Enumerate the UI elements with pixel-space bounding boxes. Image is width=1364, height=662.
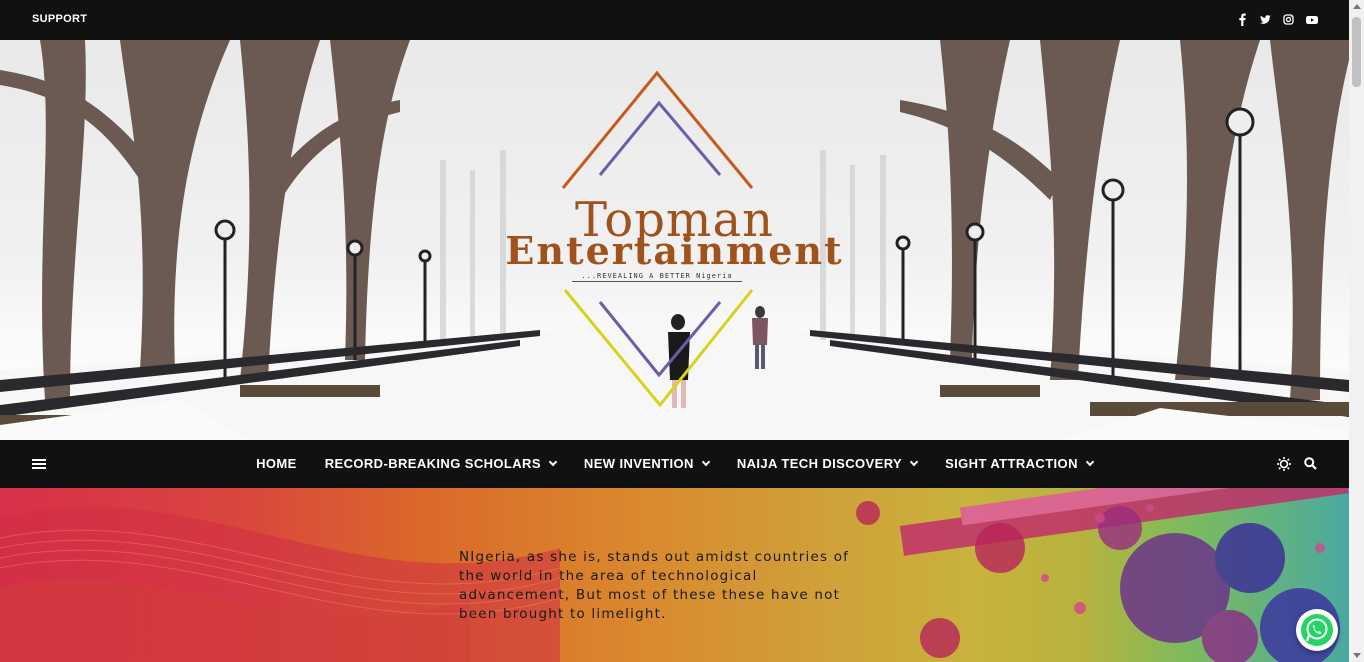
chevron-down-icon [701,457,711,466]
chevron-down-icon [548,457,558,466]
nav-menu: HOME RECORD-BREAKING SCHOLARS NEW INVENT… [0,456,1349,471]
chevron-down-icon [1085,457,1095,466]
hero-header-image: Topman Entertainment ...REVEALING A BETT… [0,40,1349,440]
nav-item-sight-attraction[interactable]: SIGHT ATTRACTION [931,456,1107,471]
intro-text: NIgeria, as she is, stands out amidst co… [459,549,850,622]
main-navigation: HOME RECORD-BREAKING SCHOLARS NEW INVENT… [0,440,1349,488]
social-links [1237,13,1318,26]
nav-tools [1277,457,1317,476]
whatsapp-icon [1301,614,1333,646]
intro-banner: NIgeria, as she is, stands out amidst co… [0,488,1349,662]
nav-item-naija-tech-discovery[interactable]: NAIJA TECH DISCOVERY [723,456,931,471]
twitter-icon[interactable] [1260,13,1271,26]
chevron-down-icon [909,457,919,466]
search-icon[interactable] [1304,457,1317,476]
support-link[interactable]: SUPPORT [32,13,87,25]
brightness-icon[interactable] [1277,457,1291,476]
top-bar: SUPPORT [0,0,1349,40]
scrollbar-thumb[interactable] [1352,17,1361,87]
scroll-down-arrow-icon[interactable] [1353,653,1361,658]
nav-item-record-breaking-scholars[interactable]: RECORD-BREAKING SCHOLARS [311,456,570,471]
page-scrollbar[interactable] [1349,0,1364,662]
youtube-icon[interactable] [1306,13,1318,26]
logo-tagline: ...REVEALING A BETTER Nigeria [572,272,742,282]
logo-title-entertainment: Entertainment [505,228,844,273]
whatsapp-chat-button[interactable] [1296,609,1338,651]
nav-item-new-invention[interactable]: NEW INVENTION [570,456,723,471]
nav-item-home[interactable]: HOME [242,456,311,471]
instagram-icon[interactable] [1283,13,1294,26]
scroll-up-arrow-icon[interactable] [1353,4,1361,9]
facebook-icon[interactable] [1237,13,1248,26]
